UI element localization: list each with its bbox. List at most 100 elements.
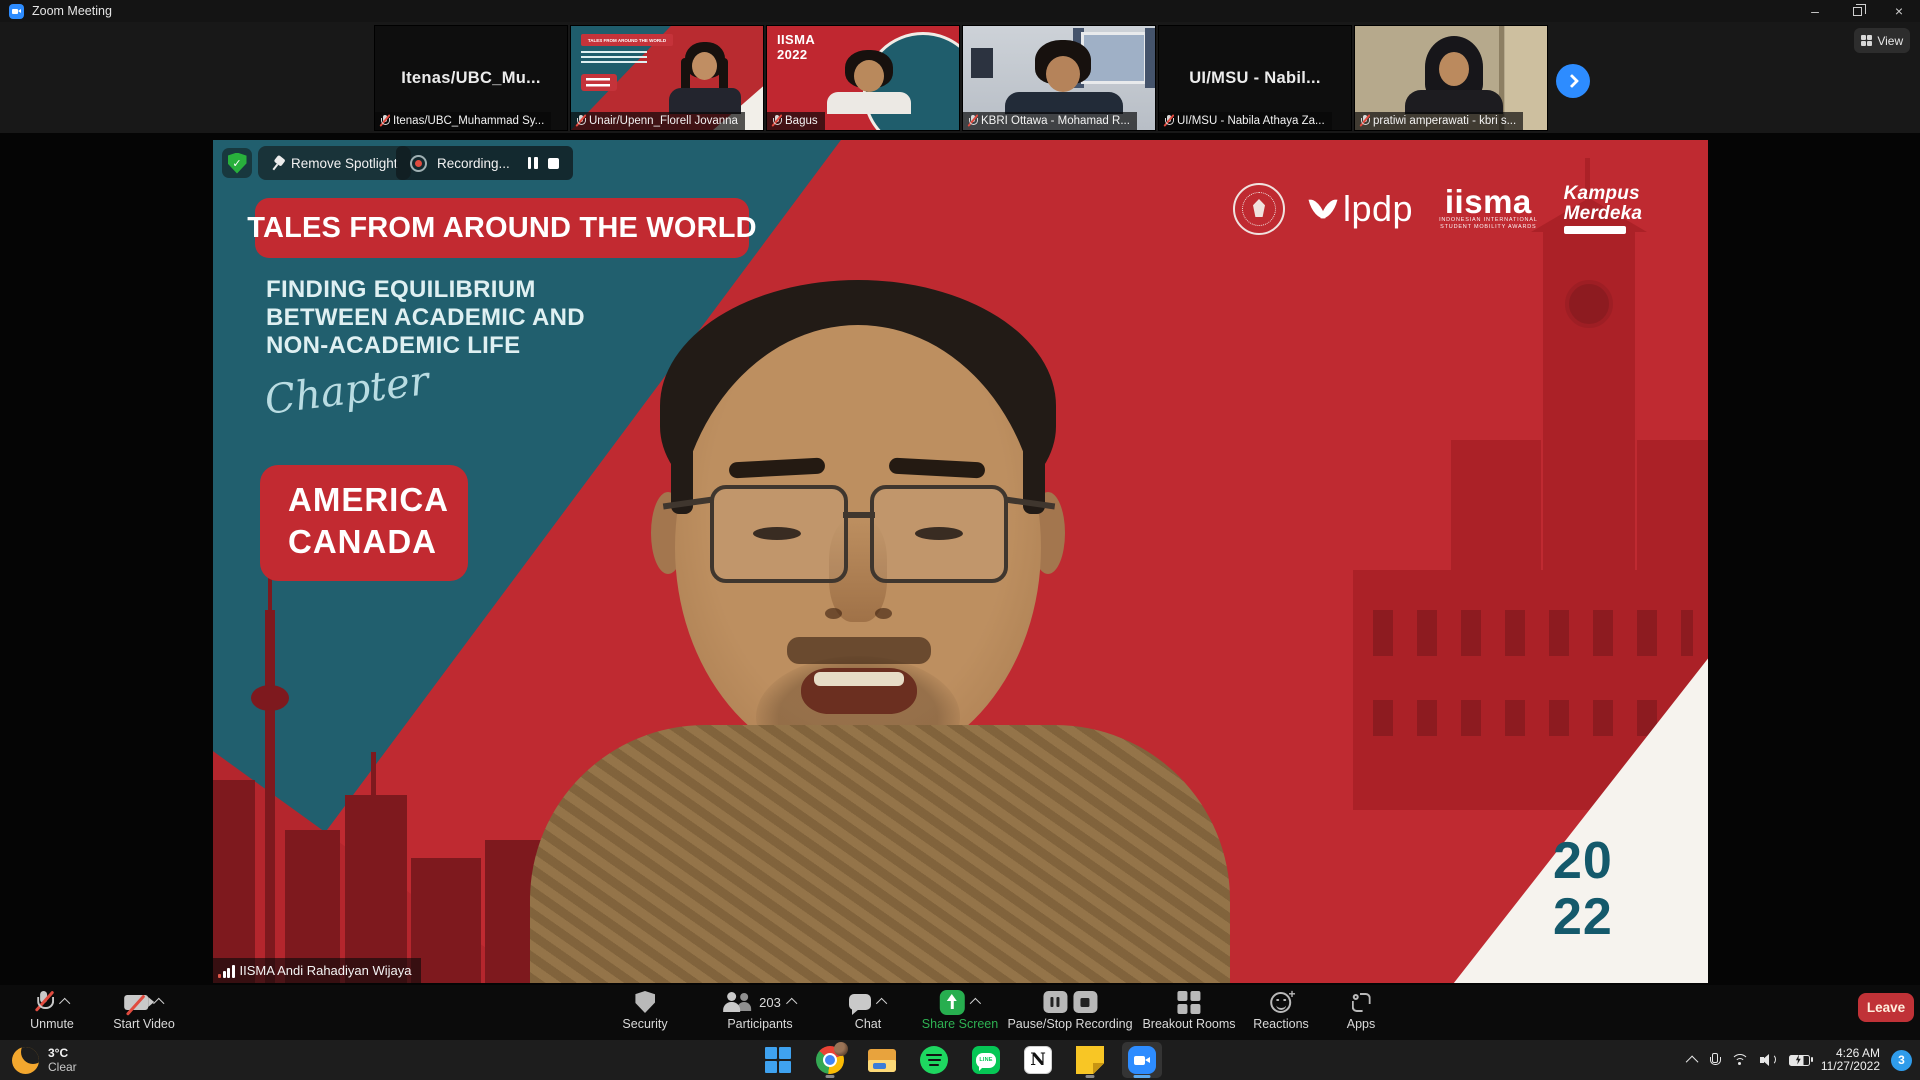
pause-recording-icon[interactable] <box>1043 991 1067 1013</box>
restore-button[interactable] <box>1836 0 1878 22</box>
taskbar-weather-widget[interactable]: 3°C Clear <box>12 1040 77 1080</box>
iisma-logo: iisma INDONESIAN INTERNATIONAL STUDENT M… <box>1439 187 1538 231</box>
start-button[interactable] <box>758 1041 798 1079</box>
speaker-batik-shirt <box>530 725 1230 983</box>
muted-mic-icon <box>967 114 978 127</box>
security-button[interactable]: Security <box>622 989 667 1031</box>
thumbnail-kbri-ottawa[interactable]: KBRI Ottawa - Mohamad R... <box>962 25 1156 131</box>
recording-dot-icon <box>410 155 427 172</box>
next-page-button[interactable] <box>1556 64 1590 98</box>
taskbar-clock[interactable]: 4:26 AM 11/27/2022 <box>1821 1047 1880 1074</box>
thumbnail-bagus[interactable]: IISMA 2022 Bagus <box>766 25 960 131</box>
leave-button[interactable]: Leave <box>1858 993 1914 1022</box>
system-tray: 4:26 AM 11/27/2022 3 <box>1689 1040 1912 1080</box>
unmute-options-caret[interactable] <box>59 998 70 1009</box>
zoom-taskbar-button[interactable] <box>1122 1041 1162 1079</box>
smiley-icon: + <box>1271 992 1292 1013</box>
thumbnail-unair-upenn[interactable]: TALES FROM AROUND THE WORLD Unair/Upenn_… <box>570 25 764 131</box>
participant-label: KBRI Ottawa - Mohamad R... <box>963 112 1137 130</box>
slide-subtitle: FINDING EQUILIBRIUM BETWEEN ACADEMIC AND… <box>266 276 585 360</box>
participant-label: Itenas/UBC_Muhammad Sy... <box>375 112 551 130</box>
ministry-emblem-logo <box>1233 183 1285 235</box>
zoom-meeting-window: Zoom Meeting – × Itenas/UBC_Mu... Itenas… <box>0 0 1920 1080</box>
share-caret[interactable] <box>969 998 980 1009</box>
participants-count: 203 <box>759 995 781 1010</box>
speaker-name-label: IISMA Andi Rahadiyan Wijaya <box>213 958 421 983</box>
apps-icon <box>1351 992 1372 1013</box>
reactions-button[interactable]: + Reactions <box>1253 989 1309 1031</box>
lpdp-leaf-icon <box>1311 194 1337 224</box>
participants-caret[interactable] <box>786 998 797 1009</box>
share-screen-icon <box>940 990 965 1015</box>
mini-slide-banner: TALES FROM AROUND THE WORLD <box>581 34 673 46</box>
spotlight-video[interactable]: 20 22 TALES FROM AROUND THE WORLD FINDIN… <box>213 140 1708 983</box>
hidden-icons-chevron[interactable] <box>1686 1055 1699 1068</box>
security-encryption-badge[interactable]: ✓ <box>222 148 252 178</box>
remove-spotlight-button[interactable]: Remove Spotlight <box>258 146 411 180</box>
kampus-merdeka-logo: Kampus Merdeka <box>1564 184 1643 234</box>
logo-row: lpdp iisma INDONESIAN INTERNATIONAL STUD… <box>1233 176 1642 242</box>
pin-icon <box>268 153 287 173</box>
wifi-icon[interactable] <box>1731 1053 1749 1068</box>
windows-logo-icon <box>765 1047 791 1073</box>
slide-title-banner: TALES FROM AROUND THE WORLD <box>255 198 749 258</box>
gallery-strip: Itenas/UBC_Mu... Itenas/UBC_Muhammad Sy.… <box>0 22 1920 133</box>
volume-icon[interactable] <box>1760 1053 1778 1067</box>
chrome-button[interactable] <box>810 1041 850 1079</box>
stop-recording-icon[interactable] <box>1073 991 1097 1013</box>
unmute-button[interactable]: Unmute <box>30 989 74 1031</box>
lpdp-logo: lpdp <box>1311 188 1413 230</box>
apps-button[interactable]: Apps <box>1347 989 1376 1031</box>
file-explorer-button[interactable] <box>862 1041 902 1079</box>
share-screen-button[interactable]: Share Screen <box>922 989 998 1031</box>
camera-off-icon <box>124 995 148 1010</box>
tray-date: 11/27/2022 <box>1821 1060 1880 1074</box>
muted-mic-icon <box>575 114 586 127</box>
chat-caret[interactable] <box>876 998 887 1009</box>
minimize-button[interactable]: – <box>1794 0 1836 22</box>
windows-taskbar: 3°C Clear LINE N 4:26 AM 11/27/2022 3 <box>0 1040 1920 1080</box>
pause-recording-button[interactable] <box>528 157 538 169</box>
gallery-view-icon <box>1861 35 1873 47</box>
line-button[interactable]: LINE <box>966 1041 1006 1079</box>
chrome-profile-avatar <box>834 1042 848 1056</box>
notification-badge[interactable]: 3 <box>1891 1050 1912 1071</box>
weather-condition: Clear <box>48 1060 77 1074</box>
muted-mic-icon <box>34 991 54 1013</box>
stop-recording-button[interactable] <box>548 158 559 169</box>
muted-mic-icon <box>1359 114 1370 127</box>
window-title: Zoom Meeting <box>32 4 112 18</box>
battery-charging-icon[interactable] <box>1789 1055 1810 1066</box>
line-icon: LINE <box>972 1046 1000 1074</box>
notion-icon: N <box>1024 1046 1052 1074</box>
speaker-glasses <box>710 485 848 583</box>
taskbar-app-icons: LINE N <box>758 1040 1162 1080</box>
spotify-button[interactable] <box>914 1041 954 1079</box>
muted-mic-icon <box>1163 114 1174 127</box>
thumbnail-ui-msu[interactable]: UI/MSU - Nabil... UI/MSU - Nabila Athaya… <box>1158 25 1352 131</box>
breakout-grid-icon <box>1177 991 1200 1014</box>
video-options-caret[interactable] <box>153 998 164 1009</box>
start-video-button[interactable]: Start Video <box>113 989 175 1031</box>
chat-button[interactable]: Chat <box>849 989 887 1031</box>
notion-button[interactable]: N <box>1018 1041 1058 1079</box>
pause-stop-recording-button[interactable]: Pause/Stop Recording <box>1007 989 1132 1031</box>
tray-mic-icon[interactable] <box>1709 1053 1720 1068</box>
restore-icon <box>1853 7 1862 16</box>
cn-tower-silhouette <box>265 610 275 983</box>
participant-label: Bagus <box>767 112 825 130</box>
tray-time: 4:26 AM <box>1821 1047 1880 1061</box>
sticky-notes-icon <box>1076 1046 1104 1074</box>
sticky-notes-button[interactable] <box>1070 1041 1110 1079</box>
year-label: 20 22 <box>1553 833 1613 945</box>
meeting-toolbar: Unmute Start Video Security 203 Particip… <box>0 985 1920 1040</box>
view-button[interactable]: View <box>1854 28 1910 53</box>
thumbnail-itenas-ubc[interactable]: Itenas/UBC_Mu... Itenas/UBC_Muhammad Sy.… <box>374 25 568 131</box>
breakout-rooms-button[interactable]: Breakout Rooms <box>1142 989 1235 1031</box>
thumbnail-pratiwi[interactable]: pratiwi amperawati - kbri s... <box>1354 25 1548 131</box>
participants-icon <box>723 992 751 1012</box>
close-button[interactable]: × <box>1878 0 1920 22</box>
participants-button[interactable]: 203 Participants <box>723 989 797 1031</box>
chrome-icon <box>816 1046 844 1074</box>
spotify-icon <box>920 1046 948 1074</box>
